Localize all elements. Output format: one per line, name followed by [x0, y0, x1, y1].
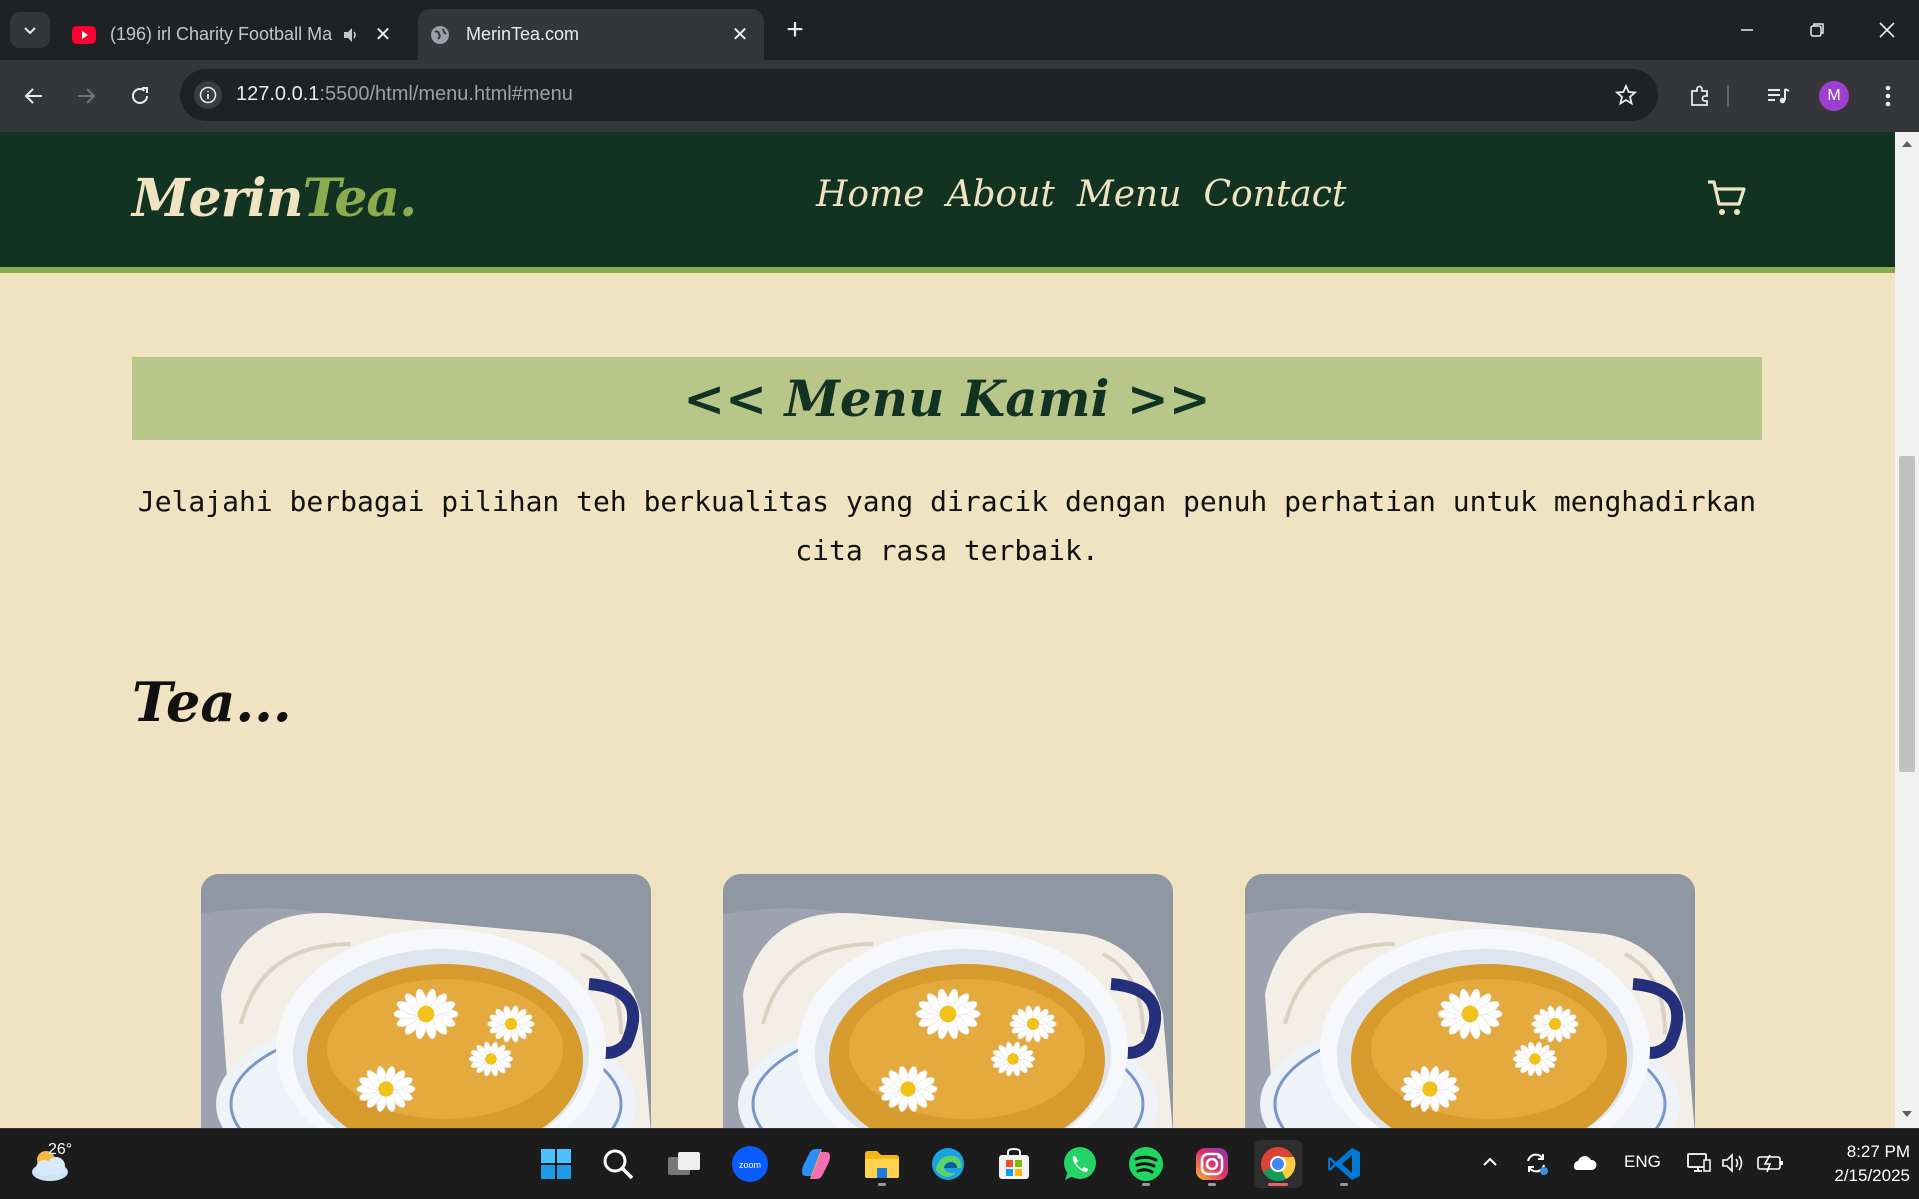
back-button[interactable]	[14, 76, 54, 116]
sync-icon[interactable]	[1522, 1150, 1550, 1176]
nav-link-about[interactable]: About	[947, 174, 1055, 215]
forward-button[interactable]	[66, 76, 106, 116]
arrow-right-icon	[78, 88, 96, 104]
whatsapp-icon[interactable]	[1056, 1140, 1104, 1188]
tab-search-button[interactable]	[10, 12, 50, 48]
arrow-left-icon	[24, 88, 42, 104]
product-card-image[interactable]	[201, 874, 651, 1128]
system-clock[interactable]: 8:27 PM 2/15/2025	[1800, 1140, 1910, 1188]
running-indicator	[878, 1183, 886, 1186]
nav-link-contact[interactable]: Contact	[1203, 174, 1346, 215]
spotify-icon[interactable]	[1122, 1140, 1170, 1188]
running-indicator	[1208, 1183, 1216, 1186]
bookmark-star-icon[interactable]	[1612, 81, 1640, 109]
scrollbar-thumb[interactable]	[1899, 456, 1915, 772]
menu-heading: << Menu Kami >>	[683, 369, 1211, 428]
menu-heading-banner: << Menu Kami >>	[132, 357, 1762, 440]
intro-line-2: cita rasa terbaik.	[795, 534, 1099, 567]
url-text: 127.0.0.1:5500/html/menu.html#menu	[236, 83, 573, 106]
logo-accent: Tea.	[302, 168, 418, 229]
tab-merintea[interactable]: MerinTea.com ✕	[418, 9, 764, 60]
close-icon[interactable]: ✕	[726, 21, 754, 49]
onedrive-cloud-icon[interactable]	[1570, 1154, 1598, 1172]
minimize-icon	[1741, 29, 1753, 31]
minimize-button[interactable]	[1712, 0, 1782, 60]
logo-main: Merin	[132, 168, 304, 229]
speaker-icon[interactable]	[339, 23, 363, 47]
profile-avatar[interactable]: M	[1819, 81, 1849, 111]
scroll-down-arrow-icon[interactable]	[1901, 1108, 1913, 1120]
reload-button[interactable]	[120, 76, 160, 116]
toolbar-divider	[1722, 78, 1734, 114]
chevron-down-icon	[24, 27, 36, 35]
new-tab-button[interactable]: +	[778, 14, 812, 48]
svg-text:zoom: zoom	[739, 1160, 761, 1170]
globe-icon	[428, 23, 452, 47]
nav-link-home[interactable]: Home	[816, 174, 925, 215]
scroll-up-arrow-icon[interactable]	[1901, 138, 1913, 150]
network-icon[interactable]	[1686, 1152, 1712, 1174]
extensions-icon[interactable]	[1682, 78, 1718, 114]
tab-title: (196) irl Charity Football Ma	[110, 24, 333, 44]
file-explorer-icon[interactable]	[858, 1140, 906, 1188]
task-view-icon[interactable]	[660, 1140, 708, 1188]
restore-button[interactable]	[1782, 0, 1852, 60]
weather-temperature: 26°	[48, 1141, 73, 1158]
restore-icon	[1810, 23, 1824, 37]
tab-strip: (196) irl Charity Football Ma ✕ MerinTea…	[0, 0, 1919, 60]
product-card-image[interactable]	[723, 874, 1173, 1128]
vscode-icon[interactable]	[1320, 1140, 1368, 1188]
address-bar[interactable]: 127.0.0.1:5500/html/menu.html#menu	[180, 69, 1658, 121]
chrome-icon[interactable]	[1254, 1140, 1302, 1188]
running-indicator	[1340, 1183, 1348, 1186]
tab-youtube[interactable]: (196) irl Charity Football Ma ✕	[62, 9, 407, 60]
clock-time: 8:27 PM	[1846, 1142, 1910, 1161]
close-icon[interactable]: ✕	[369, 21, 397, 49]
tab-title: MerinTea.com	[466, 24, 580, 44]
chevron-up-icon[interactable]	[1480, 1152, 1500, 1172]
media-control-icon[interactable]	[1760, 78, 1796, 114]
url-host: 127.0.0.1	[236, 83, 320, 105]
reload-icon	[132, 87, 148, 104]
browser-toolbar: 127.0.0.1:5500/html/menu.html#menu	[0, 60, 1919, 132]
copilot-icon[interactable]	[792, 1140, 840, 1188]
url-path: :5500/html/menu.html#menu	[319, 83, 573, 105]
language-indicator[interactable]: ENG	[1624, 1152, 1661, 1172]
store-icon[interactable]	[990, 1140, 1038, 1188]
kebab-menu-icon[interactable]	[1870, 78, 1906, 114]
section-title-tea: Tea...	[132, 670, 292, 734]
product-card-image[interactable]	[1245, 874, 1695, 1128]
search-icon[interactable]	[594, 1140, 642, 1188]
youtube-icon	[72, 23, 96, 47]
volume-icon[interactable]	[1720, 1152, 1746, 1174]
zoom-icon[interactable]: zoom	[726, 1140, 774, 1188]
menu-intro: Jelajahi berbagai pilihan teh berkualita…	[132, 477, 1762, 575]
start-icon[interactable]	[532, 1140, 580, 1188]
shopping-cart-icon[interactable]	[1706, 178, 1748, 218]
instagram-icon[interactable]	[1188, 1140, 1236, 1188]
close-icon	[1879, 22, 1895, 38]
page-viewport: MerinTea. Home About Menu Contact << Men…	[0, 132, 1895, 1128]
battery-charging-icon[interactable]	[1756, 1152, 1786, 1174]
nav-link-menu[interactable]: Menu	[1077, 174, 1182, 215]
running-indicator	[1268, 1183, 1288, 1186]
close-window-button[interactable]	[1852, 0, 1919, 60]
main-nav: Home About Menu Contact	[816, 174, 1346, 215]
site-logo[interactable]: MerinTea.	[132, 168, 418, 229]
site-info-icon[interactable]	[194, 81, 222, 109]
intro-line-1: Jelajahi berbagai pilihan teh berkualita…	[137, 485, 1757, 518]
site-header: MerinTea. Home About Menu Contact	[0, 132, 1895, 273]
running-indicator	[1142, 1183, 1150, 1186]
clock-date: 2/15/2025	[1834, 1166, 1910, 1185]
edge-icon[interactable]	[924, 1140, 972, 1188]
